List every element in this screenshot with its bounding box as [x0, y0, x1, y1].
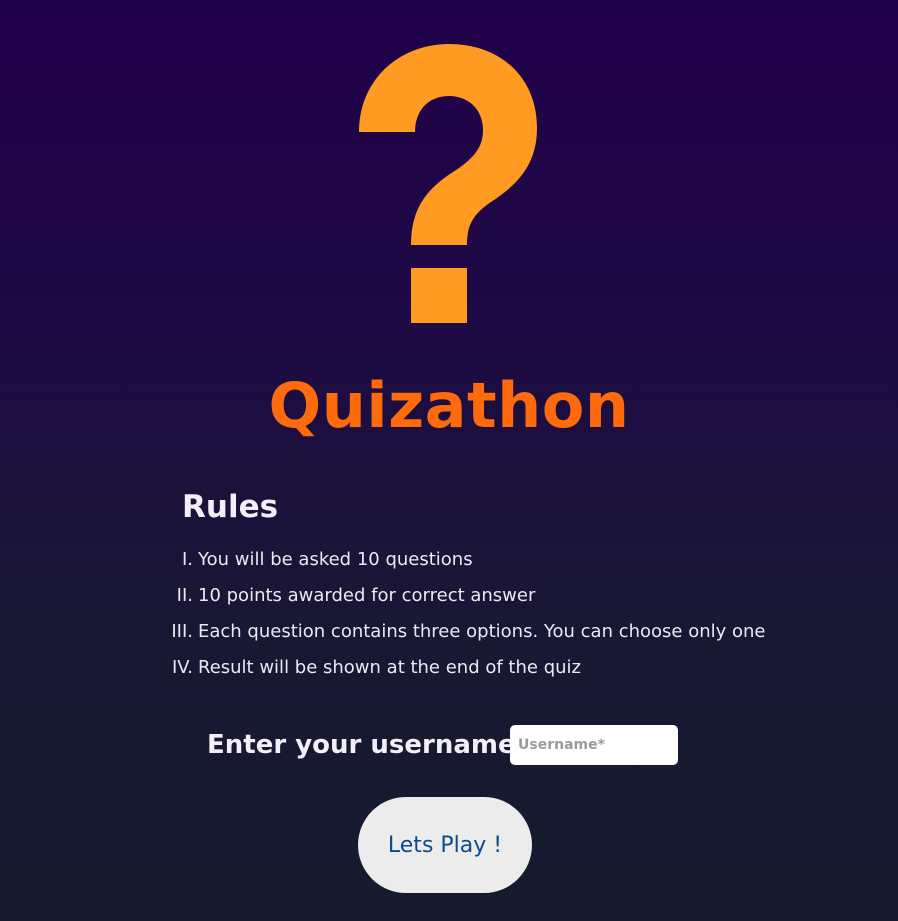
rule-number: III. [171, 621, 193, 642]
rule-text: Result will be shown at the end of the q… [198, 657, 581, 678]
logo [0, 40, 898, 330]
rule-text: You will be asked 10 questions [198, 549, 473, 570]
rule-number: IV. [171, 657, 193, 678]
lets-play-button[interactable]: Lets Play ! [358, 797, 532, 893]
rule-text: Each question contains three options. Yo… [198, 621, 766, 642]
app-title: Quizathon [268, 369, 630, 442]
rule-number: II. [176, 585, 193, 606]
question-mark-icon [359, 44, 537, 323]
rule-number: I. [181, 549, 193, 570]
username-input[interactable] [510, 725, 678, 765]
rule-text: 10 points awarded for correct answer [198, 585, 536, 606]
rules-heading: Rules [182, 489, 279, 525]
username-label: Enter your username [207, 730, 516, 760]
